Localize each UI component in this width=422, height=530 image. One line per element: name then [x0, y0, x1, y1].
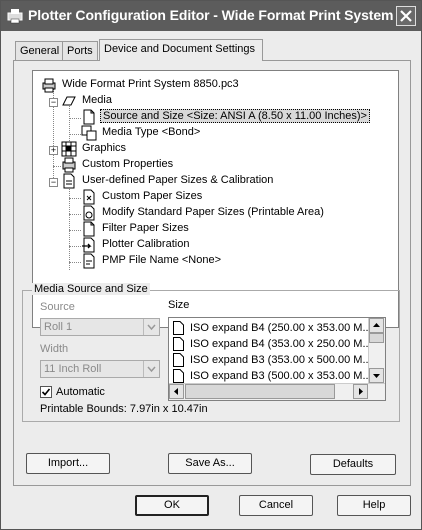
tree-item-label: Source and Size <Size: ANSI A (8.50 x 11…: [100, 109, 370, 123]
document-icon: [173, 369, 184, 383]
horizontal-scrollbar[interactable]: [169, 383, 385, 400]
close-icon: [400, 10, 412, 22]
cancel-button[interactable]: Cancel: [239, 495, 313, 516]
device-settings-panel: Wide Format Print System 8850.pc3 − Medi…: [13, 60, 411, 486]
user-defined-sizes-icon: [63, 173, 75, 189]
media-sheet-icon: [62, 96, 76, 106]
chevron-down-icon: [143, 361, 159, 377]
automatic-label: Automatic: [56, 386, 105, 398]
modify-sizes-icon: [83, 205, 95, 221]
import-button[interactable]: Import...: [26, 453, 110, 474]
scroll-up-button[interactable]: [369, 318, 384, 333]
cancel-button-label: Cancel: [258, 499, 294, 511]
document-icon: [173, 353, 184, 367]
source-select[interactable]: Roll 1: [40, 318, 160, 336]
plotter-config-window: Plotter Configuration Editor - Wide Form…: [0, 0, 422, 530]
size-option: ISO expand B3 (353.00 x 500.00 M...: [190, 354, 372, 366]
calibration-icon: [82, 237, 95, 253]
tree-item-label: Plotter Calibration: [102, 238, 190, 250]
ok-button-label: OK: [164, 499, 180, 511]
size-label: Size: [168, 299, 190, 311]
width-select[interactable]: 11 Inch Roll: [40, 360, 160, 378]
tab-general-label: General: [20, 45, 60, 57]
plotter-file-icon: [42, 78, 56, 93]
tree-item-label: Graphics: [82, 142, 127, 154]
tree-item-label: Custom Properties: [82, 158, 174, 170]
automatic-checkbox[interactable]: [40, 386, 52, 398]
help-button-label: Help: [362, 499, 386, 511]
document-icon: [173, 321, 184, 335]
arrow-left-icon: [174, 388, 178, 395]
help-button[interactable]: Help: [337, 495, 411, 516]
tree-item-label: User-defined Paper Sizes & Calibration: [82, 174, 274, 186]
tree-item-label: Media: [82, 94, 112, 106]
graphics-icon: [61, 141, 77, 157]
tab-general[interactable]: General: [15, 41, 63, 60]
arrow-up-icon: [373, 323, 380, 327]
media-group-title: Media Source and Size: [32, 283, 150, 295]
document-icon: [173, 337, 184, 351]
checkmark-icon: [41, 388, 51, 396]
width-value: 11 Inch Roll: [44, 363, 102, 375]
custom-properties-icon: [62, 157, 76, 173]
tree-item-label: Custom Paper Sizes: [102, 190, 203, 202]
paper-size-list[interactable]: ISO expand B4 (250.00 x 353.00 M... ISO …: [168, 317, 386, 401]
tree-item-label: Filter Paper Sizes: [102, 222, 189, 234]
source-value: Roll 1: [44, 321, 73, 333]
tab-ports[interactable]: Ports: [62, 41, 98, 60]
tree-item-label: Modify Standard Paper Sizes (Printable A…: [102, 206, 324, 218]
tab-device-document-settings[interactable]: Device and Document Settings: [99, 39, 263, 61]
size-option: ISO expand B4 (250.00 x 353.00 M...: [190, 322, 372, 334]
save-as-button[interactable]: Save As...: [168, 453, 252, 474]
title-bar[interactable]: Plotter Configuration Editor - Wide Form…: [1, 1, 421, 31]
scroll-down-button[interactable]: [369, 368, 384, 383]
filter-icon: [83, 221, 95, 237]
hscroll-thumb[interactable]: [185, 384, 335, 399]
pmp-file-icon: [83, 253, 95, 269]
tab-ports-label: Ports: [67, 45, 93, 57]
source-label: Source: [40, 301, 75, 313]
tree-item-label: Media Type <Bond>: [102, 126, 201, 138]
defaults-button[interactable]: Defaults: [310, 454, 396, 475]
tree-item-label: Wide Format Print System 8850.pc3: [62, 78, 239, 90]
scroll-thumb[interactable]: [369, 333, 384, 343]
tab-device-label: Device and Document Settings: [104, 43, 256, 55]
arrow-down-icon: [373, 374, 380, 378]
save-as-button-label: Save As...: [185, 457, 235, 469]
graphics-expand-toggle[interactable]: +: [49, 146, 58, 155]
vertical-scrollbar[interactable]: [368, 318, 385, 384]
arrow-right-icon: [359, 388, 363, 395]
media-type-icon: [81, 125, 97, 141]
printable-bounds-text: Printable Bounds: 7.97in x 10.47in: [40, 403, 208, 415]
size-option: ISO expand B4 (353.00 x 250.00 M...: [190, 338, 372, 350]
custom-paper-icon: [83, 189, 95, 205]
window-title: Plotter Configuration Editor - Wide Form…: [28, 7, 409, 23]
ok-button[interactable]: OK: [135, 495, 209, 516]
defaults-button-label: Defaults: [332, 458, 374, 470]
close-button[interactable]: [396, 6, 416, 26]
size-option: ISO expand B3 (500.00 x 353.00 M...: [190, 370, 372, 382]
plotter-app-icon: [7, 9, 23, 24]
chevron-down-icon: [143, 319, 159, 335]
scroll-left-button[interactable]: [169, 384, 184, 399]
user-defined-collapse-toggle[interactable]: −: [49, 178, 58, 187]
scroll-right-button[interactable]: [353, 384, 368, 399]
media-collapse-toggle[interactable]: −: [49, 98, 58, 107]
import-button-label: Import...: [47, 457, 89, 469]
document-icon: [83, 109, 95, 125]
tree-item-label: PMP File Name <None>: [102, 254, 222, 266]
width-label: Width: [40, 343, 69, 355]
